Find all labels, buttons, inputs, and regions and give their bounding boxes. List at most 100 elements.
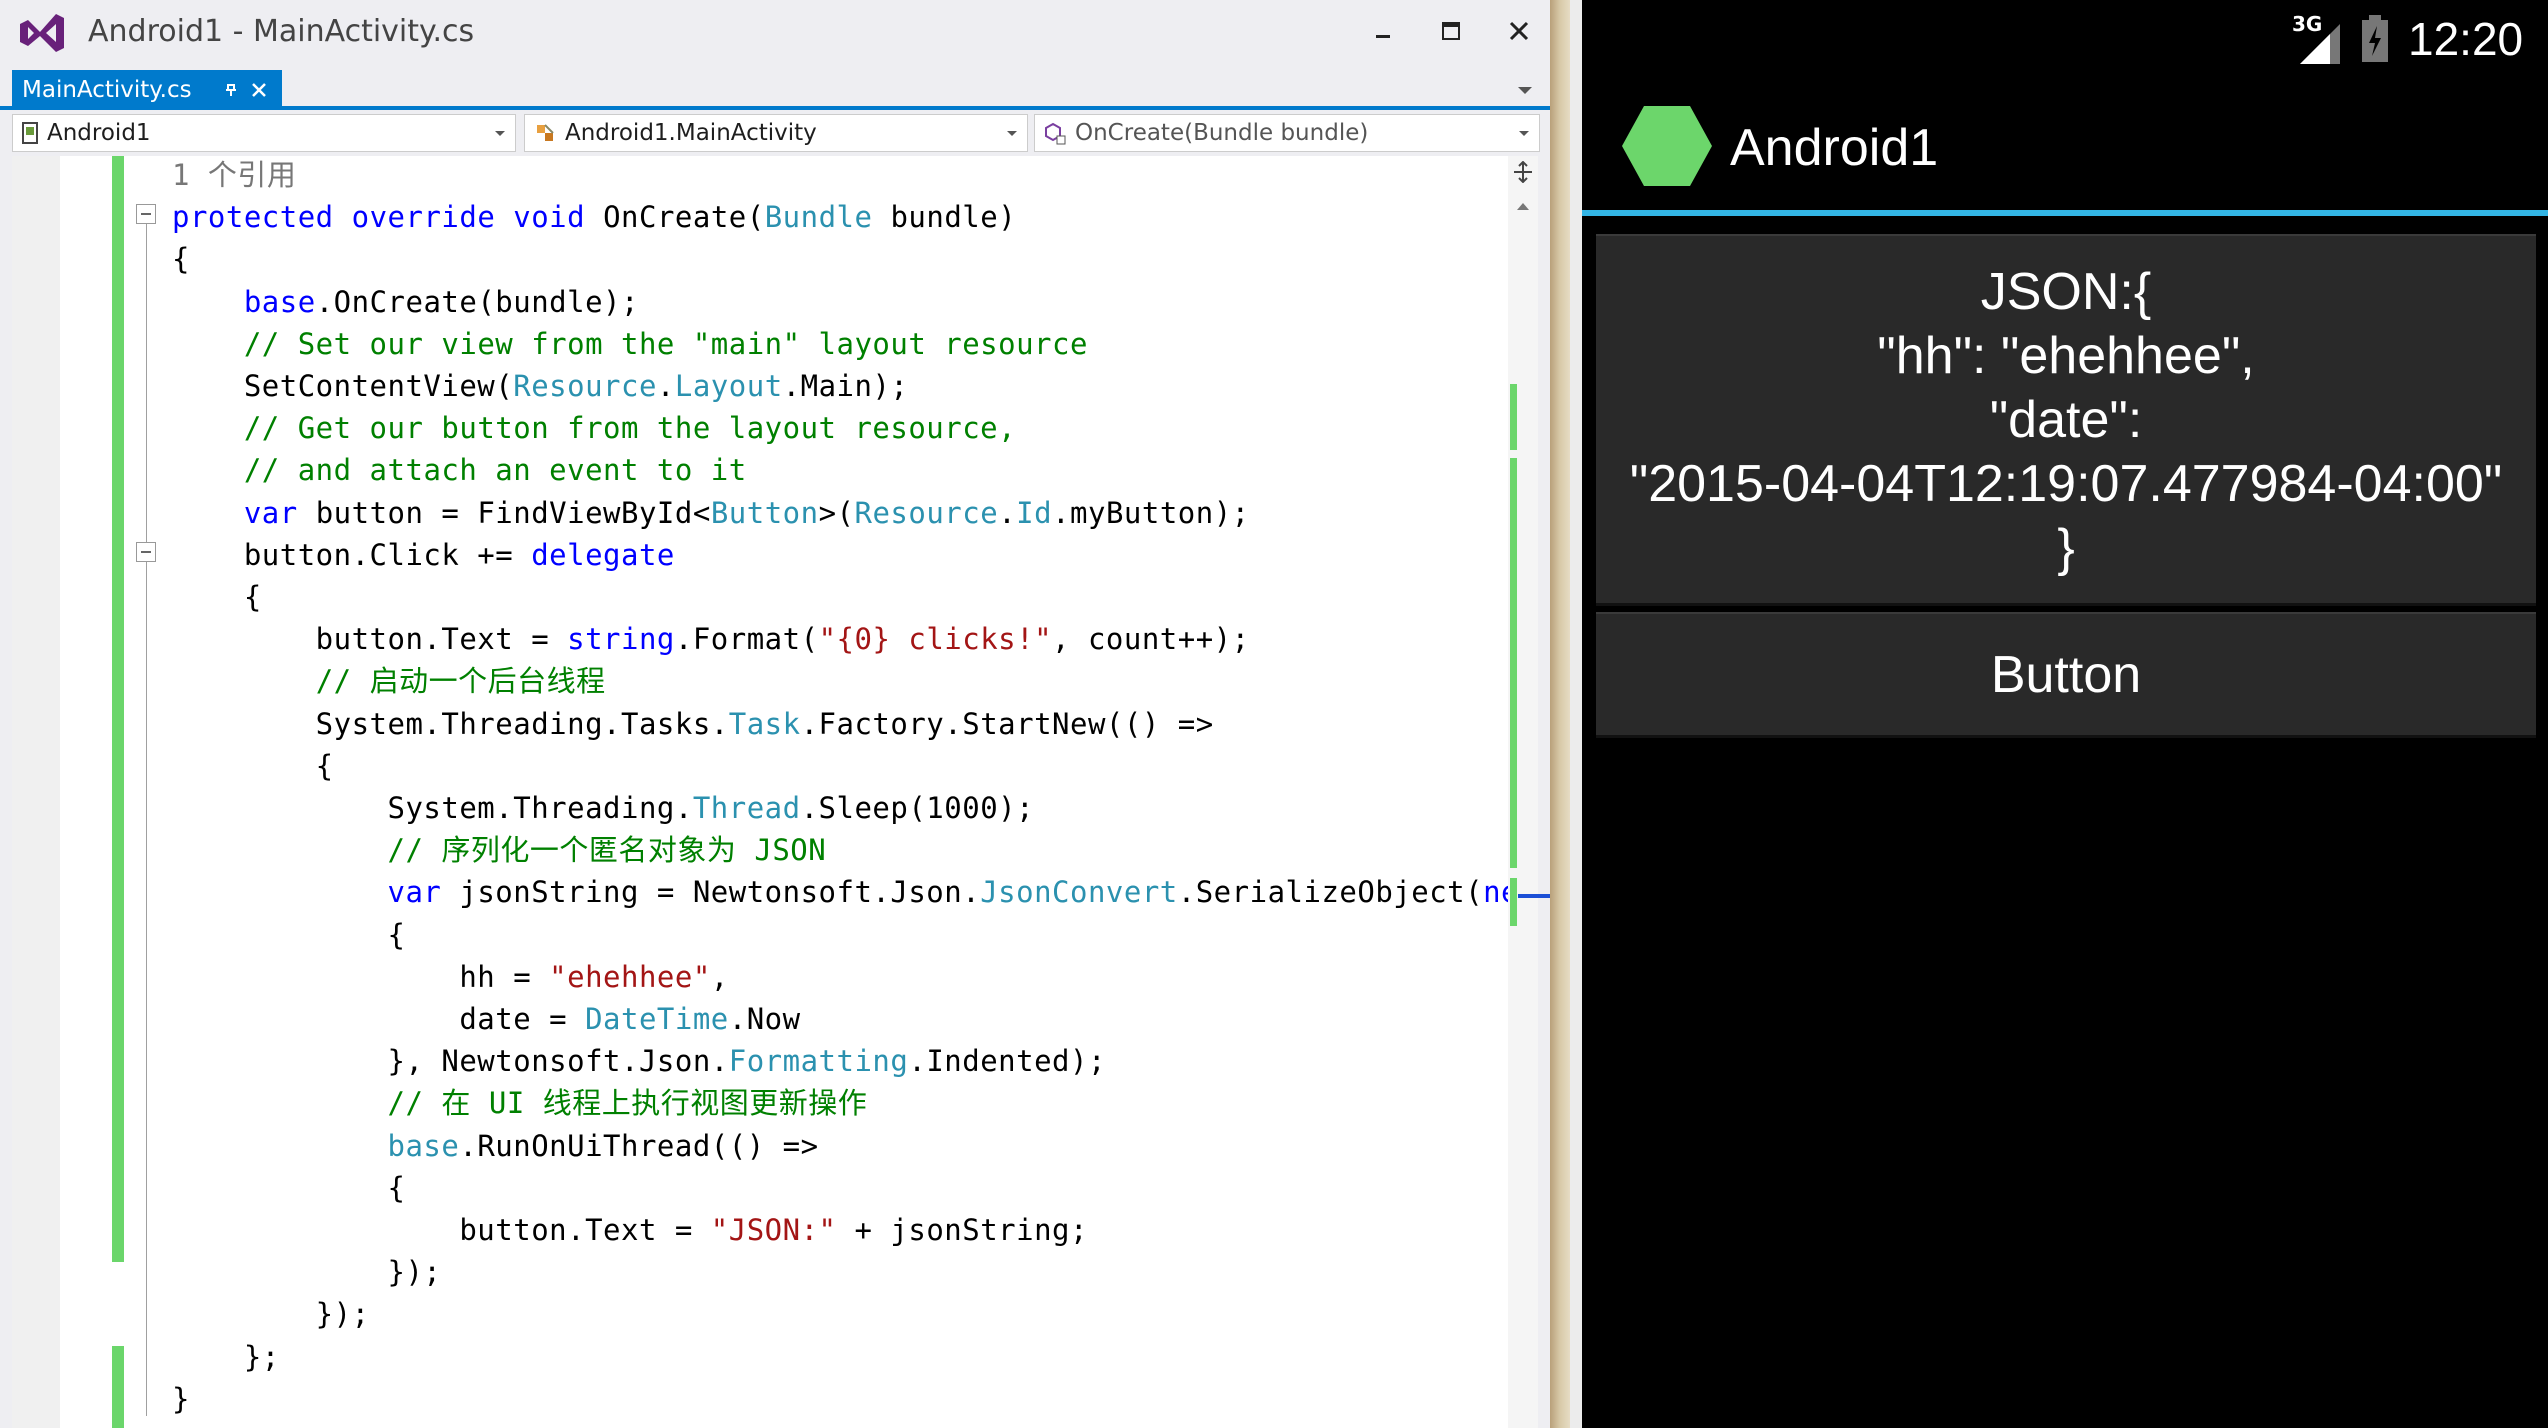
project-icon: [22, 122, 38, 144]
code-line[interactable]: {: [172, 1167, 405, 1209]
project-dropdown[interactable]: Android1: [12, 114, 516, 152]
code-token: override: [351, 200, 496, 235]
code-token: Resource: [513, 369, 657, 403]
close-window-button[interactable]: [1494, 8, 1544, 54]
code-line[interactable]: {: [172, 914, 405, 956]
code-token: >(: [818, 495, 855, 530]
status-bar: 3G 12:20: [1582, 0, 2548, 80]
code-line[interactable]: System.Threading.Thread.Sleep(1000);: [172, 787, 1034, 829]
code-line[interactable]: {: [172, 576, 262, 618]
scrollbar-change-marker: [1510, 458, 1517, 868]
code-token: .: [656, 369, 675, 403]
visual-studio-window: Android1 - MainActivity.cs MainActivity.…: [0, 0, 1550, 1428]
code-line[interactable]: date = DateTime.Now: [172, 998, 801, 1040]
code-token: }, Newtonsoft.Json.: [172, 1044, 729, 1079]
activity-content: JSON:{ "hh": "ehehhee", "date": "2015-04…: [1582, 216, 2548, 1428]
code-line[interactable]: hh = "ehehhee",: [172, 956, 729, 998]
code-line[interactable]: // Get our button from the layout resour…: [172, 407, 1016, 449]
code-line[interactable]: };: [172, 1336, 280, 1378]
code-line[interactable]: button.Text = string.Format("{0} clicks!…: [172, 618, 1250, 660]
code-token: Id: [1016, 495, 1053, 530]
collapse-method-toggle[interactable]: [136, 204, 156, 224]
code-line[interactable]: System.Threading.Tasks.Task.Factory.Star…: [172, 703, 1214, 745]
scrollbar-change-marker: [1510, 384, 1517, 450]
code-line[interactable]: base.RunOnUiThread(() =>: [172, 1125, 819, 1167]
code-token: Layout: [674, 369, 783, 403]
code-line[interactable]: protected override void OnCreate(Bundle …: [172, 196, 1016, 238]
code-line[interactable]: button.Click += delegate: [172, 534, 675, 576]
json-result-button[interactable]: JSON:{ "hh": "ehehhee", "date": "2015-04…: [1596, 234, 2536, 606]
code-token: base: [243, 284, 316, 319]
minimize-button[interactable]: [1358, 8, 1408, 54]
code-line[interactable]: // and attach an event to it: [172, 449, 747, 491]
code-token: Button: [710, 495, 819, 530]
code-editor[interactable]: 1 个引用 protected override void OnCreate(Bu…: [12, 156, 1550, 1428]
plain-button[interactable]: Button: [1596, 612, 2536, 738]
window-title: Android1 - MainActivity.cs: [88, 14, 475, 49]
code-token: var: [387, 875, 442, 910]
close-tab-button[interactable]: [250, 81, 268, 99]
scroll-up-button[interactable]: [1511, 194, 1535, 218]
code-line[interactable]: SetContentView(Resource.Layout.Main);: [172, 365, 908, 407]
tab-mainactivity[interactable]: MainActivity.cs: [12, 70, 282, 110]
code-text-area[interactable]: 1 个引用 protected override void OnCreate(Bu…: [172, 156, 1512, 1428]
vertical-scrollbar[interactable]: [1508, 156, 1550, 1428]
code-token: {: [172, 580, 262, 614]
code-token: button = FindViewById<: [297, 495, 711, 530]
code-line[interactable]: button.Text = "JSON:" + jsonString;: [172, 1209, 1088, 1251]
code-token: .Indented);: [908, 1044, 1106, 1079]
code-line[interactable]: base.OnCreate(bundle);: [172, 281, 639, 323]
code-token: // Get our button from the layout resour…: [243, 411, 1017, 446]
member-dropdown[interactable]: OnCreate(Bundle bundle): [1034, 114, 1540, 152]
action-bar: Android1: [1582, 80, 2548, 216]
app-title: Android1: [1730, 119, 1939, 177]
class-dropdown[interactable]: Android1.MainActivity: [524, 114, 1028, 152]
collapse-delegate-toggle[interactable]: [136, 542, 156, 562]
tab-overflow-dropdown[interactable]: [1510, 76, 1540, 106]
window-divider: [1550, 0, 1570, 1428]
code-token: });: [172, 1255, 442, 1290]
code-line[interactable]: // 序列化一个匿名对象为 JSON: [172, 829, 826, 871]
code-token: button.Click +=: [172, 537, 532, 572]
code-token: .Sleep(1000);: [800, 791, 1035, 825]
navigation-bar: Android1 Android1.MainActivity OnCreate(…: [0, 110, 1550, 156]
code-token: button.Text =: [172, 1213, 711, 1247]
code-line[interactable]: });: [172, 1251, 441, 1293]
code-token: {: [172, 748, 334, 783]
code-token: // Set our view from the "main" layout r…: [243, 326, 1088, 361]
code-line[interactable]: // Set our view from the "main" layout r…: [172, 323, 1088, 365]
code-token: // 在 UI 线程上执行视图更新操作: [387, 1086, 868, 1121]
change-tracking-bar: [112, 156, 124, 1428]
code-line[interactable]: 1 个引用: [172, 156, 296, 196]
android-emulator-screen: 3G 12:20 Android1 JSON:{ "hh": "ehehhee"…: [1582, 0, 2548, 1428]
code-line[interactable]: });: [172, 1293, 370, 1335]
code-token: base: [387, 1128, 460, 1163]
code-line[interactable]: var button = FindViewById<Button>(Resour…: [172, 492, 1250, 534]
maximize-button[interactable]: [1426, 8, 1476, 54]
code-token: }: [172, 1381, 190, 1416]
split-window-button[interactable]: [1511, 160, 1535, 184]
code-token: .RunOnUiThread(() =>: [459, 1128, 819, 1163]
chevron-down-icon: [1007, 131, 1017, 136]
code-line[interactable]: // 启动一个后台线程: [172, 660, 606, 702]
pin-button[interactable]: [222, 81, 240, 99]
chevron-down-icon: [1518, 87, 1532, 94]
code-token: "ehehhee": [549, 959, 711, 994]
code-line[interactable]: // 在 UI 线程上执行视图更新操作: [172, 1082, 867, 1124]
document-tab-row: MainActivity.cs: [0, 66, 1550, 110]
code-line[interactable]: }: [172, 1378, 190, 1420]
code-line[interactable]: {: [172, 238, 190, 280]
code-token: {: [172, 242, 190, 277]
code-token: // and attach an event to it: [243, 453, 747, 488]
method-icon: [1045, 122, 1066, 145]
code-line[interactable]: }, Newtonsoft.Json.Formatting.Indented);: [172, 1040, 1106, 1082]
code-line[interactable]: {: [172, 745, 334, 787]
visual-studio-logo-icon: [20, 14, 64, 52]
code-line[interactable]: var jsonString = Newtonsoft.Json.JsonCon…: [172, 871, 1512, 913]
code-token: delegate: [531, 537, 675, 572]
